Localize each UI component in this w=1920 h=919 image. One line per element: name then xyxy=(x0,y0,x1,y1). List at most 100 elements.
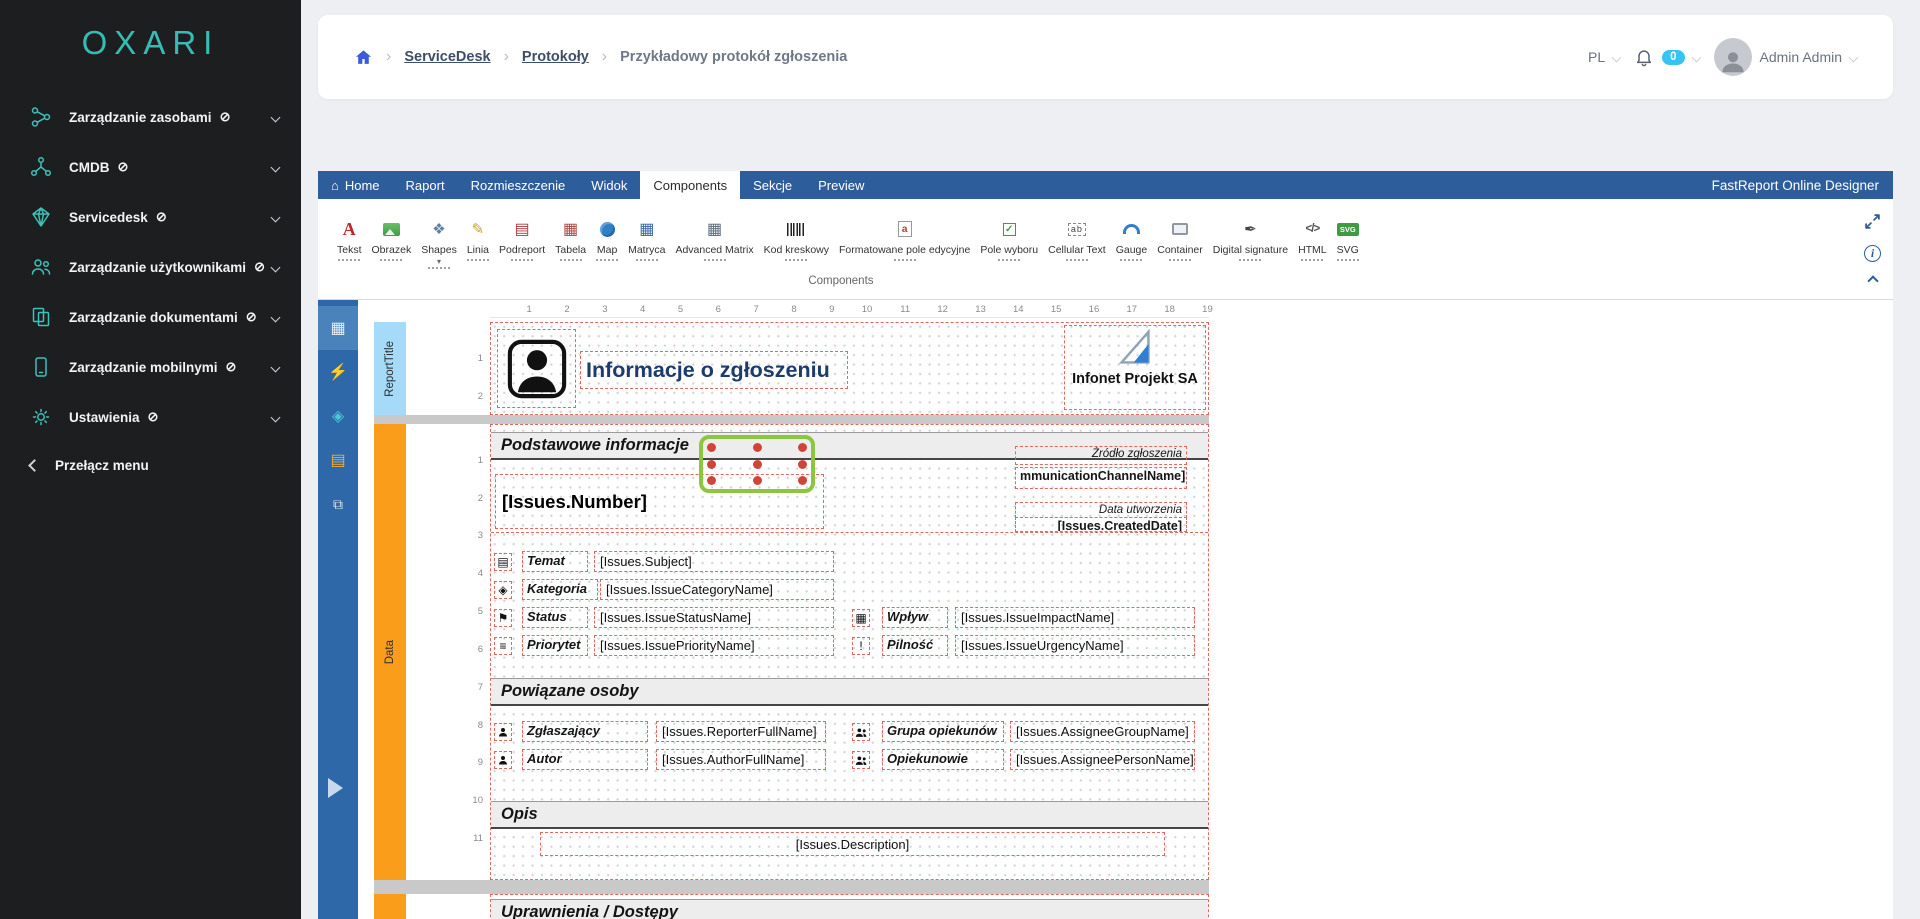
band-splitter[interactable] xyxy=(374,415,1209,424)
band-data[interactable]: Data xyxy=(374,424,406,880)
user-menu[interactable]: Admin Admin xyxy=(1714,38,1857,76)
report-title-text[interactable]: Informacje o zgłoszeniu xyxy=(580,351,848,389)
selection-handle[interactable] xyxy=(707,460,716,469)
selection-handle[interactable] xyxy=(707,476,716,485)
menu-toggle[interactable]: Przełącz menu xyxy=(0,442,301,473)
component-map[interactable]: Map xyxy=(591,217,623,261)
subject-value-field[interactable]: [Issues.Subject] xyxy=(594,551,834,572)
report-tree-icon[interactable]: ▦ xyxy=(318,306,358,350)
component-pole-wyboru[interactable]: ✓Pole wyboru xyxy=(975,217,1043,261)
home-icon[interactable] xyxy=(354,48,373,67)
band-splitter[interactable] xyxy=(374,880,1209,894)
breadcrumb-servicedesk[interactable]: ServiceDesk xyxy=(404,49,490,65)
design-canvas[interactable]: 12345678910111213141516171819 12 1234567… xyxy=(358,300,1893,919)
selection-handle[interactable] xyxy=(798,460,807,469)
priority-label[interactable]: Priorytet xyxy=(522,635,588,656)
component-linia[interactable]: ✎Linia xyxy=(462,217,494,261)
component-tekst[interactable]: ATekst xyxy=(332,217,367,261)
description-field[interactable]: [Issues.Description] xyxy=(540,832,1165,856)
tab-components[interactable]: Components xyxy=(640,171,740,199)
tab-preview[interactable]: Preview xyxy=(805,171,877,199)
selection-handle[interactable] xyxy=(798,443,807,452)
component-matryca[interactable]: ▦Matryca xyxy=(623,217,670,261)
section-header-people[interactable]: Powiązane osoby xyxy=(491,678,1208,706)
created-label[interactable]: Data utworzenia xyxy=(1015,502,1187,518)
pages-icon[interactable]: ⧉ xyxy=(318,482,358,526)
section-header-permissions[interactable]: Uprawnienia / Dostępy xyxy=(491,899,1208,919)
reporter-value-field[interactable]: [Issues.ReporterFullName] xyxy=(656,721,826,742)
tab-raport[interactable]: Raport xyxy=(393,171,458,199)
component-html[interactable]: </>HTML xyxy=(1293,217,1332,261)
priority-icon[interactable]: ≡ xyxy=(494,637,512,655)
component-podreport[interactable]: ▤Podreport xyxy=(494,217,550,261)
source-label[interactable]: Źródło zgłoszenia xyxy=(1015,446,1187,465)
sidebar-item-cmdb[interactable]: CMDB ⊘ xyxy=(0,142,301,192)
urgency-icon[interactable]: ! xyxy=(852,637,870,655)
priority-value-field[interactable]: [Issues.IssuePriorityName] xyxy=(594,635,834,656)
urgency-label[interactable]: Pilność xyxy=(882,635,948,656)
assignee-group-label[interactable]: Grupa opiekunów xyxy=(882,721,1004,742)
person-icon[interactable] xyxy=(494,751,512,769)
created-value-field[interactable]: [Issues.CreatedDate] xyxy=(1015,517,1187,532)
sidebar-item-servicedesk[interactable]: Servicedesk ⊘ xyxy=(0,192,301,242)
component-cellular-text[interactable]: abCellular Text xyxy=(1043,217,1111,261)
report-picture-object[interactable] xyxy=(497,329,576,408)
tab-rozmieszczenie[interactable]: Rozmieszczenie xyxy=(458,171,579,199)
component-container[interactable]: Container xyxy=(1152,217,1208,261)
impact-value-field[interactable]: [Issues.IssueImpactName] xyxy=(955,607,1195,628)
impact-label[interactable]: Wpływ xyxy=(882,607,948,628)
sidebar-item-zarzadzanie-dokumentami[interactable]: Zarządzanie dokumentami ⊘ xyxy=(0,292,301,342)
sidebar-item-ustawienia[interactable]: Ustawienia ⊘ xyxy=(0,392,301,442)
subject-icon[interactable]: ▤ xyxy=(494,553,512,571)
collapse-ribbon-icon[interactable] xyxy=(1867,275,1878,286)
tab-widok[interactable]: Widok xyxy=(578,171,640,199)
urgency-value-field[interactable]: [Issues.IssueUrgencyName] xyxy=(955,635,1195,656)
category-label[interactable]: Kategoria xyxy=(522,579,598,600)
sidebar-item-zarzadzanie-uzytkownikami[interactable]: Zarządzanie użytkownikami ⊘ xyxy=(0,242,301,292)
selected-component[interactable] xyxy=(699,435,815,493)
assignees-value-field[interactable]: [Issues.AssigneePersonName] xyxy=(1010,749,1195,770)
language-selector[interactable]: PL xyxy=(1588,49,1620,65)
status-icon[interactable]: ⚑ xyxy=(494,609,512,627)
assignees-label[interactable]: Opiekunowie xyxy=(882,749,1004,770)
component-advanced-matrix[interactable]: ▦Advanced Matrix xyxy=(670,217,758,261)
category-icon[interactable]: ◈ xyxy=(494,581,512,599)
wizard-icon[interactable]: ⚡ xyxy=(318,350,358,394)
selection-handle[interactable] xyxy=(753,476,762,485)
tab-home[interactable]: ⌂ Home xyxy=(318,171,393,199)
sidebar-item-zarzadzanie-mobilnymi[interactable]: Zarządzanie mobilnymi ⊘ xyxy=(0,342,301,392)
component-tabela[interactable]: ▦Tabela xyxy=(550,217,591,261)
component-svg[interactable]: SVGSVG xyxy=(1332,217,1364,261)
play-icon[interactable] xyxy=(328,778,343,798)
dictionary-icon[interactable]: ▤ xyxy=(318,438,358,482)
selection-handle[interactable] xyxy=(753,443,762,452)
fullscreen-icon[interactable] xyxy=(1864,213,1881,230)
person-icon[interactable] xyxy=(494,723,512,741)
breadcrumb-protokoly[interactable]: Protokoły xyxy=(522,49,589,65)
company-logo-object[interactable]: Infonet Projekt SA xyxy=(1064,325,1206,410)
author-value-field[interactable]: [Issues.AuthorFullName] xyxy=(656,749,826,770)
info-icon[interactable]: i xyxy=(1864,245,1881,262)
assignee-group-value-field[interactable]: [Issues.AssigneeGroupName] xyxy=(1010,721,1195,742)
category-value-field[interactable]: [Issues.IssueCategoryName] xyxy=(600,579,834,600)
report-page[interactable]: Informacje o zgłoszeniu Infonet Projekt … xyxy=(490,322,1209,919)
people-icon[interactable] xyxy=(852,751,870,769)
component-digital-signature[interactable]: ✒Digital signature xyxy=(1208,217,1293,261)
band-footer[interactable]: Footer1 xyxy=(374,894,406,919)
status-value-field[interactable]: [Issues.IssueStatusName] xyxy=(594,607,834,628)
impact-icon[interactable]: ▦ xyxy=(852,609,870,627)
subject-label[interactable]: Temat xyxy=(522,551,588,572)
component-gauge[interactable]: Gauge xyxy=(1111,217,1153,261)
people-icon[interactable] xyxy=(852,723,870,741)
section-header-description[interactable]: Opis xyxy=(491,801,1208,829)
selection-handle[interactable] xyxy=(707,443,716,452)
data-panel-icon[interactable]: ◈ xyxy=(318,394,358,438)
band-reporttitle[interactable]: ReportTitle xyxy=(374,322,406,415)
tab-sekcje[interactable]: Sekcje xyxy=(740,171,805,199)
status-label[interactable]: Status xyxy=(522,607,588,628)
reporter-label[interactable]: Zgłaszający xyxy=(522,721,648,742)
selection-handle[interactable] xyxy=(753,460,762,469)
notifications-button[interactable]: 0 xyxy=(1634,47,1699,67)
component-kod-kreskowy[interactable]: Kod kreskowy xyxy=(759,217,834,261)
author-label[interactable]: Autor xyxy=(522,749,648,770)
